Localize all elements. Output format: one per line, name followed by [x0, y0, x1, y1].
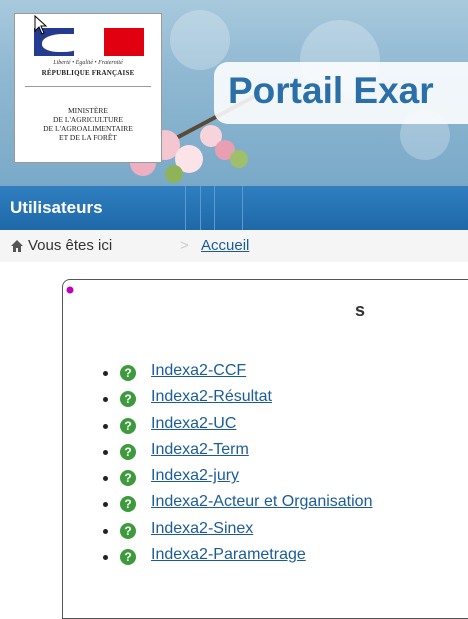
help-icon[interactable]: ?	[120, 496, 136, 513]
app-link[interactable]: Indexa2-Résultat	[151, 388, 272, 406]
mouse-cursor-icon	[34, 15, 48, 35]
help-icon[interactable]: ?	[120, 391, 136, 408]
bullet	[103, 397, 108, 403]
app-link[interactable]: Indexa2-Parametrage	[151, 546, 306, 564]
logo-ministere: MINISTÈRE DE L'AGRICULTURE DE L'AGROALIM…	[43, 106, 133, 142]
nav-divider	[242, 186, 243, 230]
bullet	[103, 528, 108, 534]
panel-title: s	[355, 300, 366, 320]
nav-item-utilisateurs[interactable]: Utilisateurs	[0, 186, 186, 230]
bullet	[103, 502, 108, 508]
app-link[interactable]: Indexa2-Acteur et Organisation	[151, 493, 372, 511]
app-link[interactable]: Indexa2-CCF	[151, 362, 246, 380]
site-title: Portail Exar	[228, 70, 434, 111]
help-icon[interactable]: ?	[120, 417, 136, 434]
nav-divider	[200, 186, 201, 230]
app-link[interactable]: Indexa2-Term	[151, 441, 249, 459]
main-nav: Utilisateurs	[0, 186, 468, 230]
applications-panel: s ? Indexa2-CCF ? Indexa2-Résultat ? Indexa…	[62, 279, 468, 619]
bullet	[103, 371, 108, 376]
bullet	[103, 423, 108, 429]
panel-corner-icon	[66, 286, 74, 294]
logo-republique: RÉPUBLIQUE FRANÇAISE	[41, 69, 135, 77]
site-header: Portail Exar Liberté • Égalité • Fratern…	[0, 0, 468, 186]
help-icon[interactable]: ?	[120, 470, 136, 487]
breadcrumb-separator: >	[180, 237, 189, 254]
help-icon[interactable]: ?	[120, 522, 136, 539]
french-flag-icon	[34, 28, 144, 56]
nav-divider	[214, 186, 215, 230]
app-link[interactable]: Indexa2-jury	[151, 467, 239, 485]
breadcrumb-home-link[interactable]: Accueil	[201, 230, 249, 262]
logo-divider	[25, 86, 151, 87]
help-icon[interactable]: ?	[120, 443, 136, 460]
breadcrumb-prefix: Vous êtes ici	[28, 237, 113, 254]
bullet	[103, 449, 108, 455]
ministry-logo[interactable]: Liberté • Égalité • Fraternité RÉPUBLIQU…	[14, 13, 162, 163]
app-link[interactable]: Indexa2-UC	[151, 415, 236, 433]
help-icon[interactable]: ?	[120, 365, 136, 381]
app-link[interactable]: Indexa2-Sinex	[151, 520, 253, 538]
logo-devise: Liberté • Égalité • Fraternité	[53, 60, 123, 66]
home-icon[interactable]	[10, 239, 24, 253]
breadcrumb: Vous êtes ici > Accueil	[0, 230, 468, 262]
help-icon[interactable]: ?	[120, 549, 136, 566]
bullet	[103, 476, 108, 482]
bullet	[103, 555, 108, 561]
